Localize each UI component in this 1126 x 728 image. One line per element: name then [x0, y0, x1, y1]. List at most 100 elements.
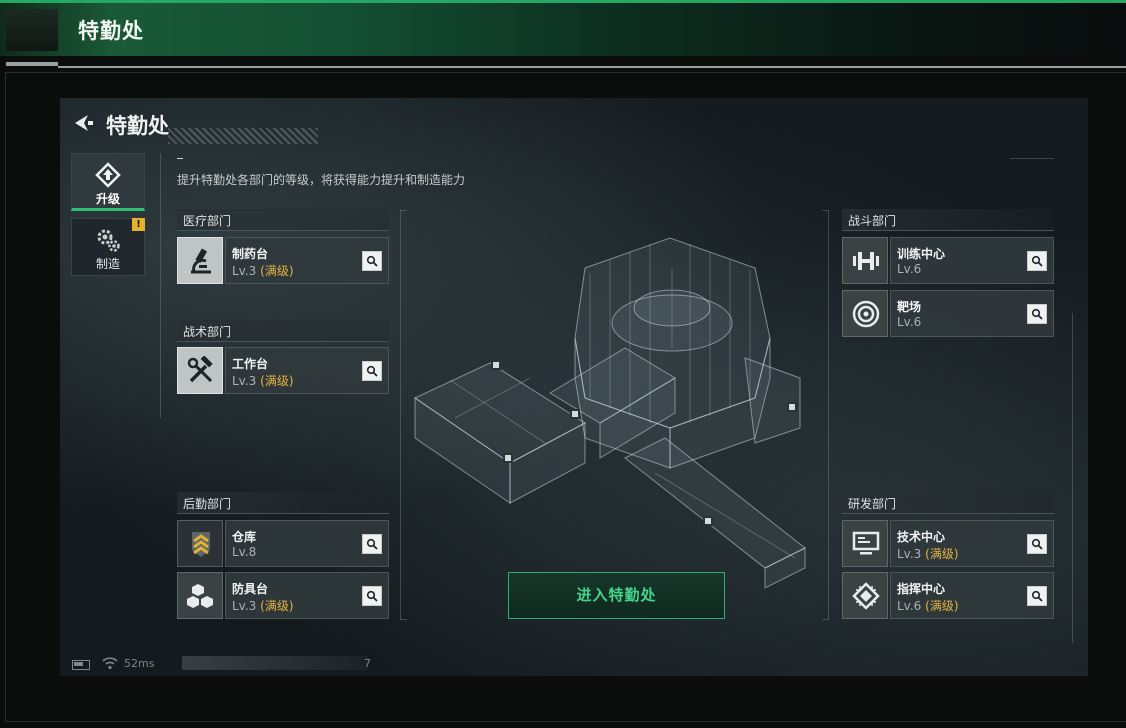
header-divider — [58, 66, 1126, 68]
enter-hq-button[interactable]: 进入特勤处 — [508, 572, 725, 619]
facility-icon-box — [177, 237, 223, 284]
facility-marker[interactable] — [491, 360, 501, 370]
inspect-button[interactable] — [1027, 251, 1047, 271]
inspect-button[interactable] — [362, 534, 382, 554]
cubes-icon — [187, 584, 213, 608]
dept-header-research: 研发部门 — [842, 492, 1054, 514]
search-icon — [366, 255, 378, 267]
ping-readout: 52ms — [124, 657, 155, 670]
facility-level: Lv.3 (满级) — [232, 374, 294, 388]
dept-logistics-label: 后勤部门 — [183, 497, 232, 511]
search-icon — [366, 590, 378, 602]
facility-name: 防具台 — [232, 582, 269, 596]
facility-icon-box — [177, 572, 223, 619]
max-level-tag: (满级) — [925, 599, 959, 613]
facility-card-warehouse[interactable]: 仓库 Lv.8 — [177, 520, 389, 568]
tab-craft[interactable]: 制造 ! — [71, 218, 145, 276]
inspect-button[interactable] — [362, 361, 382, 381]
gears-icon — [97, 229, 120, 252]
facility-info: 工作台 Lv.3 (满级) — [225, 347, 389, 394]
dept-header-medical: 医疗部门 — [177, 209, 389, 231]
dept-header-logistics: 后勤部门 — [177, 492, 389, 514]
facility-level: Lv.3 (满级) — [232, 599, 294, 613]
facility-info: 仓库 Lv.8 — [225, 520, 389, 567]
target-icon — [852, 300, 880, 328]
wifi-icon — [102, 657, 118, 670]
tab-upgrade[interactable]: 升级 — [71, 153, 145, 211]
facility-icon-box — [842, 290, 888, 337]
facility-info: 制药台 Lv.3 (满级) — [225, 237, 389, 284]
max-level-tag: (满级) — [260, 374, 294, 388]
dumbbell-icon — [853, 252, 879, 270]
facility-card-shooting-range[interactable]: 靶场 Lv.6 — [842, 290, 1054, 338]
alert-badge: ! — [132, 218, 145, 231]
facility-marker[interactable] — [503, 453, 513, 463]
inspect-button[interactable] — [362, 251, 382, 271]
facility-card-armor-bench[interactable]: 防具台 Lv.3 (满级) — [177, 572, 389, 620]
status-bar: 52ms 7 — [60, 652, 1088, 676]
hq-building-wireframe — [413, 237, 806, 589]
facility-icon-box — [842, 520, 888, 567]
facility-card-command-center[interactable]: 指挥中心 Lv.6 (满级) — [842, 572, 1054, 620]
left-bracket-bottom — [400, 619, 407, 620]
facility-level: Lv.3 (满级) — [897, 547, 959, 561]
facility-info: 指挥中心 Lv.6 (满级) — [890, 572, 1054, 619]
facility-level: Lv.6 (满级) — [897, 599, 959, 613]
facility-card-workbench[interactable]: 工作台 Lv.3 (满级) — [177, 347, 389, 395]
header-left-block — [6, 9, 58, 51]
chip-icon — [852, 582, 880, 610]
battery-icon — [72, 660, 90, 670]
title-hatch-decoration — [168, 128, 318, 144]
facility-name: 制药台 — [232, 247, 269, 261]
facility-icon-box — [177, 520, 223, 567]
inspect-button[interactable] — [1027, 586, 1047, 606]
intro-dash — [177, 158, 183, 159]
dept-combat-label: 战斗部门 — [848, 214, 897, 228]
search-icon — [1031, 590, 1043, 602]
tools-icon — [187, 356, 213, 383]
uid-tail: 7 — [364, 657, 371, 670]
chevrons-icon — [192, 532, 210, 557]
search-icon — [366, 365, 378, 377]
page-title: 特勤处 — [78, 19, 144, 43]
right-bracket-top — [822, 210, 829, 211]
upgrade-icon — [95, 162, 121, 188]
facility-icon-box — [842, 572, 888, 619]
facility-card-training-center[interactable]: 训练中心 Lv.6 — [842, 237, 1054, 285]
facility-marker[interactable] — [703, 516, 713, 526]
right-edge-line — [1072, 313, 1073, 643]
header-bar: 特勤处 — [0, 0, 1126, 56]
screen-title: 特勤处 — [106, 114, 169, 138]
facility-card-pharmacy[interactable]: 制药台 Lv.3 (满级) — [177, 237, 389, 285]
facility-level: Lv.6 — [897, 315, 922, 329]
facility-info: 防具台 Lv.3 (满级) — [225, 572, 389, 619]
facility-name: 靶场 — [897, 300, 922, 314]
max-level-tag: (满级) — [260, 264, 294, 278]
facility-level: Lv.3 (满级) — [232, 264, 294, 278]
header-left-rule — [6, 62, 58, 66]
facility-name: 仓库 — [232, 530, 257, 544]
facility-marker[interactable] — [570, 409, 580, 419]
inspect-button[interactable] — [1027, 534, 1047, 554]
facility-name: 训练中心 — [897, 247, 946, 261]
search-icon — [366, 538, 378, 550]
intro-text: 提升特勤处各部门的等级，将获得能力提升和制造能力 — [177, 173, 466, 187]
game-screen: 特勤处 升级 制造 ! 提升特勤处各部门的等级，将获得能力提升和制造能力 医疗部… — [60, 98, 1088, 676]
inspect-button[interactable] — [362, 586, 382, 606]
inspect-button[interactable] — [1027, 304, 1047, 324]
dept-medical-label: 医疗部门 — [183, 214, 232, 228]
facility-card-tech-center[interactable]: 技术中心 Lv.3 (满级) — [842, 520, 1054, 568]
uid-bar — [182, 656, 368, 670]
tab-craft-label: 制造 — [95, 257, 120, 271]
search-icon — [1031, 308, 1043, 320]
max-level-tag: (满级) — [925, 547, 959, 561]
left-bracket-top — [400, 210, 407, 211]
facility-name: 指挥中心 — [897, 582, 946, 596]
back-arrow-icon[interactable] — [72, 112, 94, 134]
facility-level: Lv.8 — [232, 545, 257, 559]
search-icon — [1031, 538, 1043, 550]
facility-info: 靶场 Lv.6 — [890, 290, 1054, 337]
left-bracket-line — [400, 210, 401, 620]
tab-upgrade-label: 升级 — [95, 192, 120, 206]
facility-marker[interactable] — [787, 402, 797, 412]
